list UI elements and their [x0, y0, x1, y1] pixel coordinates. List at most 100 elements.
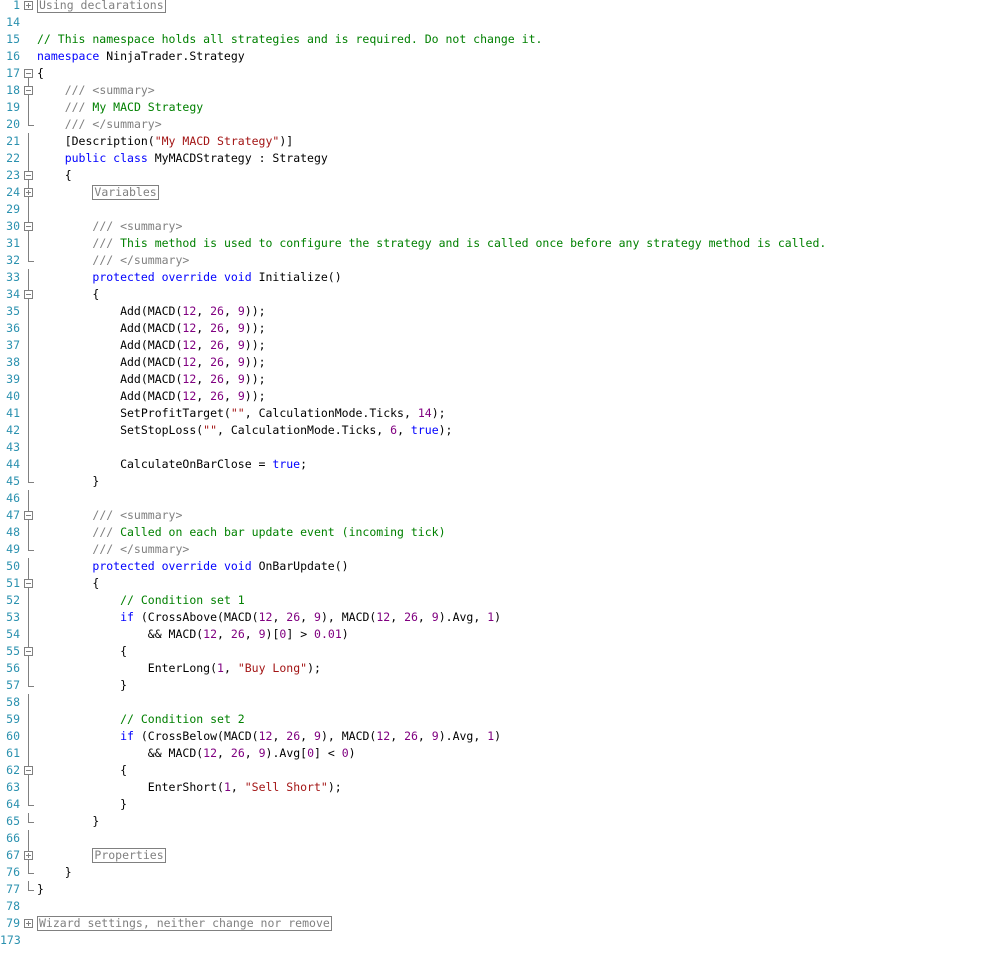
code-line[interactable]: 20 /// </summary>	[0, 116, 987, 133]
collapsed-region[interactable]: Wizard settings, neither change nor remo…	[37, 916, 332, 931]
code-line[interactable]: 39 Add(MACD(12, 26, 9));	[0, 371, 987, 388]
code-line[interactable]: 33 protected override void Initialize()	[0, 269, 987, 286]
code-text: Add(MACD(12, 26, 9));	[37, 388, 265, 405]
expand-icon[interactable]	[24, 188, 33, 197]
code-text: {	[37, 167, 72, 184]
line-number: 46	[6, 491, 20, 505]
code-line[interactable]: 173	[0, 932, 987, 949]
code-line[interactable]: 48 /// Called on each bar update event (…	[0, 524, 987, 541]
line-number: 44	[6, 457, 20, 471]
code-text: /// </summary>	[37, 116, 162, 133]
number-literal: 12	[258, 610, 273, 624]
code-line[interactable]: 17 {	[0, 65, 987, 82]
code-line[interactable]: 42 SetStopLoss("", CalculationMode.Ticks…	[0, 422, 987, 439]
code-line[interactable]: 31 /// This method is used to configure …	[0, 235, 987, 252]
fold-gutter	[22, 303, 36, 320]
number-literal: 9	[431, 729, 439, 743]
code-line[interactable]: 37 Add(MACD(12, 26, 9));	[0, 337, 987, 354]
code-line[interactable]: 62 {	[0, 762, 987, 779]
code-line[interactable]: 23 {	[0, 167, 987, 184]
code-line[interactable]: 54 && MACD(12, 26, 9)[0] > 0.01)	[0, 626, 987, 643]
code-line[interactable]: 64 }	[0, 796, 987, 813]
doc-comment: /// </summary>	[64, 117, 162, 131]
code-line[interactable]: 60 if (CrossBelow(MACD(12, 26, 9), MACD(…	[0, 728, 987, 745]
code-line[interactable]: 47 /// <summary>	[0, 507, 987, 524]
code-line[interactable]: 76 }	[0, 864, 987, 881]
code-line[interactable]: 79 Wizard settings, neither change nor re…	[0, 915, 987, 932]
code-line[interactable]: 24 Variables	[0, 184, 987, 201]
number-literal: 0	[307, 746, 315, 760]
code-line[interactable]: 56 EnterLong(1, "Buy Long");	[0, 660, 987, 677]
code-line[interactable]: 59 // Condition set 2	[0, 711, 987, 728]
expand-icon[interactable]	[24, 851, 33, 860]
code-line[interactable]: 50 protected override void OnBarUpdate()	[0, 558, 987, 575]
code-line[interactable]: 15 // This namespace holds all strategies…	[0, 31, 987, 48]
line-number: 42	[6, 423, 20, 437]
line-number: 51	[6, 576, 20, 590]
code-token: ;	[300, 457, 308, 471]
expand-icon[interactable]	[24, 919, 33, 928]
code-line[interactable]: 44 CalculateOnBarClose = true;	[0, 456, 987, 473]
code-line[interactable]: 41 SetProfitTarget("", CalculationMode.T…	[0, 405, 987, 422]
code-line[interactable]: 40 Add(MACD(12, 26, 9));	[0, 388, 987, 405]
collapsed-region[interactable]: Variables	[92, 185, 159, 200]
code-line[interactable]: 78	[0, 898, 987, 915]
collapsed-region[interactable]: Properties	[92, 848, 166, 863]
code-line[interactable]: 29	[0, 201, 987, 218]
code-line[interactable]: 36 Add(MACD(12, 26, 9));	[0, 320, 987, 337]
code-line[interactable]: 49 /// </summary>	[0, 541, 987, 558]
code-line[interactable]: 45 }	[0, 473, 987, 490]
line-number: 78	[6, 899, 20, 913]
code-line[interactable]: 18 /// <summary>	[0, 82, 987, 99]
code-line[interactable]: 67 Properties	[0, 847, 987, 864]
code-line[interactable]: 66	[0, 830, 987, 847]
code-line[interactable]: 52 // Condition set 1	[0, 592, 987, 609]
code-token: {	[37, 168, 72, 182]
fold-gutter	[22, 932, 36, 949]
code-line[interactable]: 22 public class MyMACDStrategy : Strateg…	[0, 150, 987, 167]
code-token: Initialize()	[251, 270, 342, 284]
code-line[interactable]: 30 /// <summary>	[0, 218, 987, 235]
code-token: ,	[217, 627, 231, 641]
code-text: Add(MACD(12, 26, 9));	[37, 337, 265, 354]
line-number: 32	[6, 253, 20, 267]
code-line[interactable]: 57 }	[0, 677, 987, 694]
code-line[interactable]: 32 /// </summary>	[0, 252, 987, 269]
code-line[interactable]: 35 Add(MACD(12, 26, 9));	[0, 303, 987, 320]
number-literal: 12	[182, 372, 197, 386]
code-line[interactable]: 16 namespace NinjaTrader.Strategy	[0, 48, 987, 65]
code-token: ,	[223, 321, 238, 335]
fold-gutter	[22, 354, 36, 371]
code-line[interactable]: 34 {	[0, 286, 987, 303]
code-line[interactable]: 58	[0, 694, 987, 711]
code-line[interactable]: 43	[0, 439, 987, 456]
fold-connector	[28, 745, 29, 762]
code-line[interactable]: 14	[0, 14, 987, 31]
code-line[interactable]: 46	[0, 490, 987, 507]
string-literal: ""	[203, 423, 218, 437]
code-line[interactable]: 21 [Description("My MACD Strategy")]	[0, 133, 987, 150]
code-line[interactable]: 1 Using declarations	[0, 0, 987, 14]
code-line[interactable]: 63 EnterShort(1, "Sell Short");	[0, 779, 987, 796]
code-line[interactable]: 77}	[0, 881, 987, 898]
code-line[interactable]: 51 {	[0, 575, 987, 592]
expand-icon[interactable]	[24, 1, 33, 10]
code-line[interactable]: 65 }	[0, 813, 987, 830]
code-token: ,	[196, 355, 211, 369]
code-token: ] <	[314, 746, 342, 760]
code-line[interactable]: 53 if (CrossAbove(MACD(12, 26, 9), MACD(…	[0, 609, 987, 626]
fold-gutter	[22, 31, 36, 48]
number-literal: 26	[210, 338, 224, 352]
code-editor[interactable]: 1 Using declarations 14 15 // This namespace…	[0, 0, 987, 955]
code-line[interactable]: 55 {	[0, 643, 987, 660]
code-token: ));	[244, 304, 266, 318]
code-line[interactable]: 19 /// My MACD Strategy	[0, 99, 987, 116]
collapsed-region[interactable]: Using declarations	[37, 0, 166, 13]
code-line[interactable]: 38 Add(MACD(12, 26, 9));	[0, 354, 987, 371]
fold-gutter	[22, 643, 36, 660]
doc-comment: /// <summary>	[64, 83, 155, 97]
keyword: if	[120, 729, 134, 743]
code-line[interactable]: 61 && MACD(12, 26, 9).Avg[0] < 0)	[0, 745, 987, 762]
